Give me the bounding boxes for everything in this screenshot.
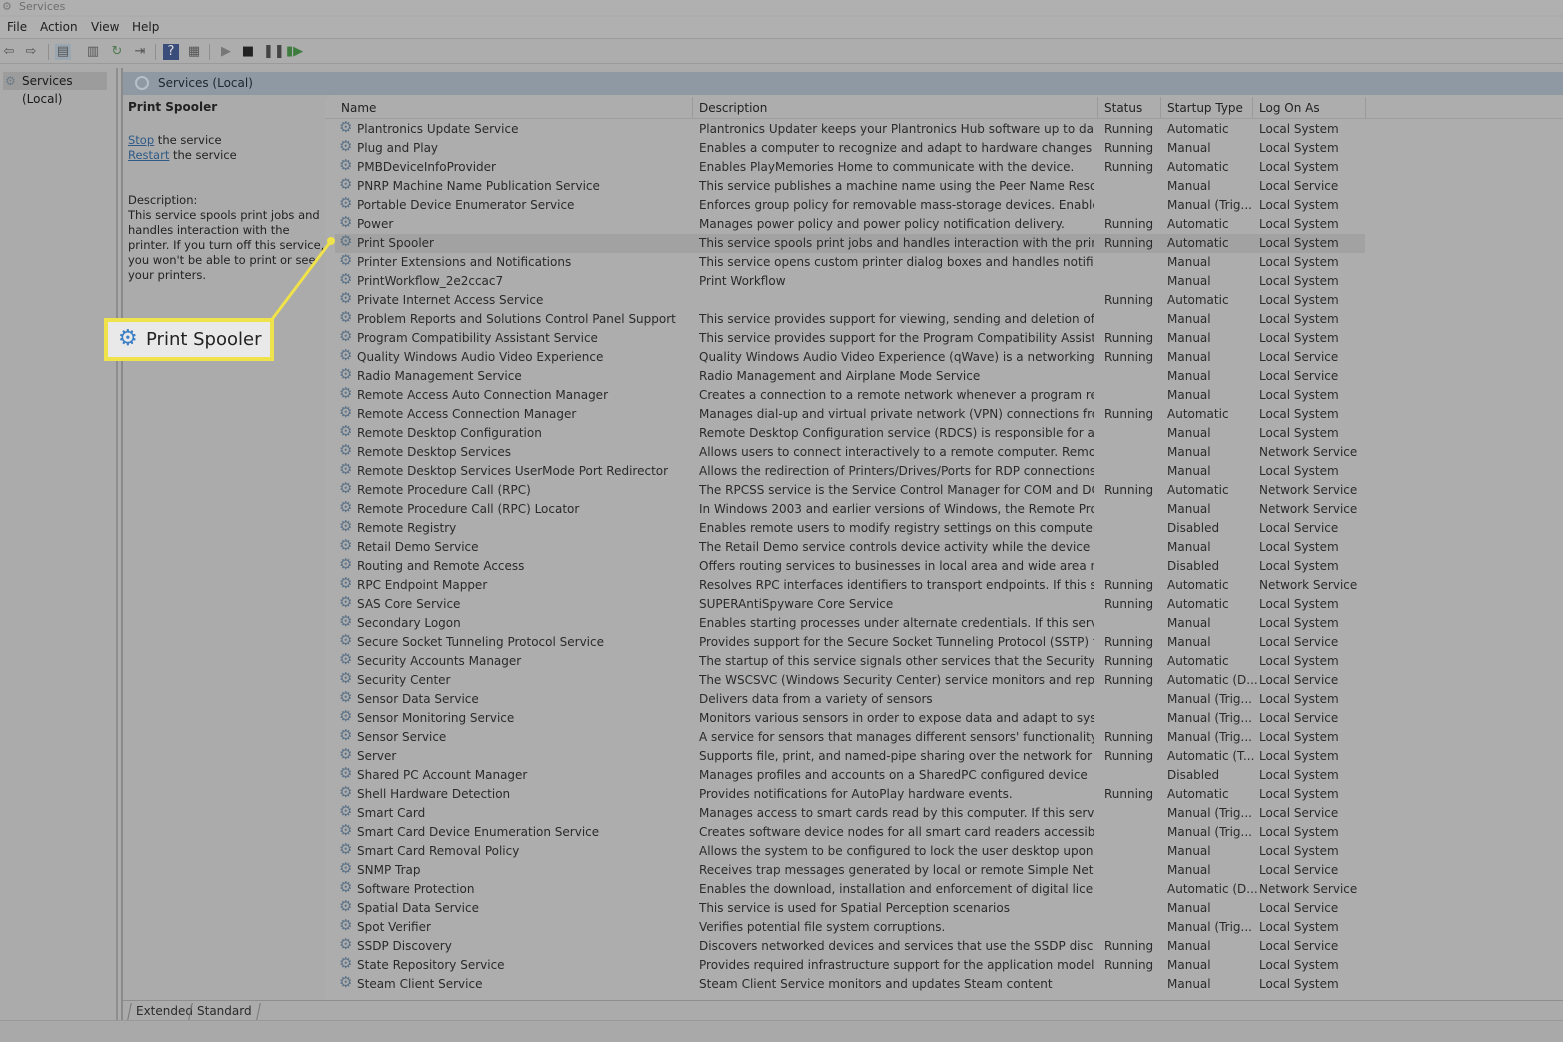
callout-label: Print Spooler [146, 329, 262, 350]
callout-pointer [268, 240, 333, 323]
callout-line [268, 240, 333, 323]
gear-icon: ⚙ [118, 326, 138, 351]
callout-dot [327, 237, 335, 245]
print-spooler-callout: ⚙ Print Spooler [104, 318, 274, 361]
